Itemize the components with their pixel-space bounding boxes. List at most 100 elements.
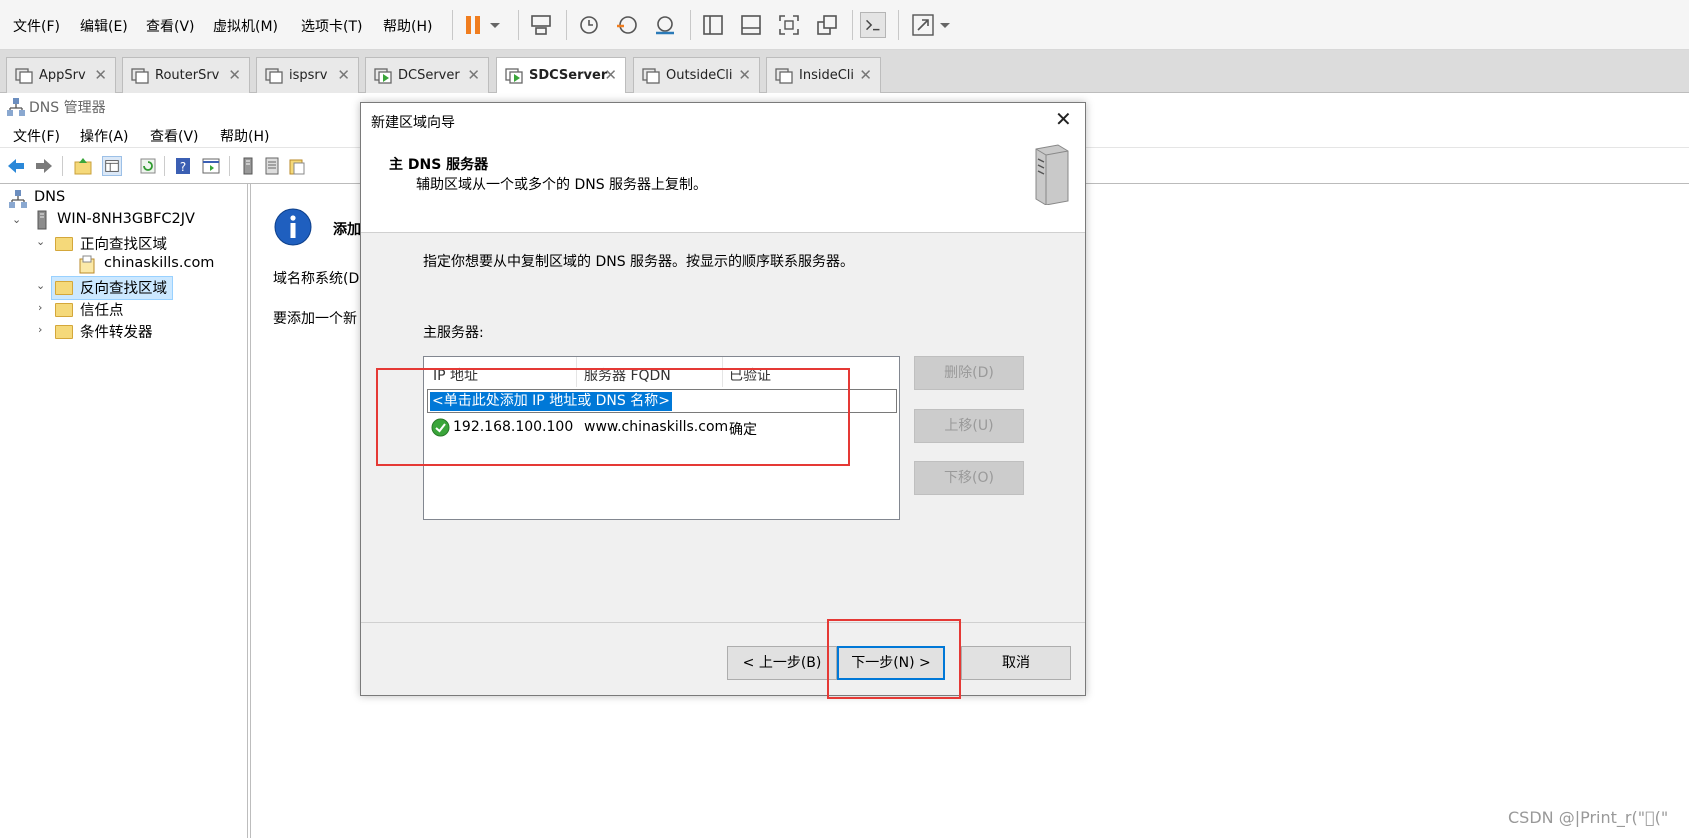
revert-snapshot-icon[interactable] [614,12,640,38]
move-up-button[interactable]: 上移(U) [914,409,1024,443]
vm-menu-tabs[interactable]: 选项卡(T) [301,16,362,36]
dns-menu-action[interactable]: 操作(A) [80,126,129,146]
vm-menu-vm[interactable]: 虚拟机(M) [213,16,278,36]
dns-root-icon [9,190,27,208]
vm-running-icon [374,68,392,84]
snapshot-manager-icon[interactable] [652,12,678,38]
pause-icon[interactable] [460,12,486,38]
tree-item-trust-points[interactable]: 信任点 [80,299,124,320]
vm-menu-edit[interactable]: 编辑(E) [80,16,128,36]
wizard-titlebar: 新建区域向导 ✕ [361,103,1085,139]
tree-item-reverse-lookup[interactable]: 反向查找区域 [80,277,167,298]
close-icon[interactable]: ✕ [859,66,872,84]
console-view-icon[interactable] [860,12,886,38]
chevron-down-icon[interactable]: ⌄ [36,279,45,292]
tree-item-forward-lookup[interactable]: 正向查找区域 [80,233,167,254]
info-icon [274,208,312,246]
vm-tab-outsidecli[interactable]: OutsideCli ✕ [633,57,760,93]
show-hide-tree-icon[interactable] [102,156,122,176]
vm-icon [131,68,149,84]
vm-icon [775,68,793,84]
annotation-box-next-button [827,619,961,699]
content-text-line2: 要添加一个新 [273,311,357,327]
close-icon[interactable]: ✕ [604,66,617,84]
chevron-down-icon[interactable]: ⌄ [36,235,45,248]
toolbar-separator [518,10,519,40]
dns-menu-view[interactable]: 查看(V) [150,126,199,146]
sidebar-view-icon[interactable] [700,12,726,38]
folder-icon [55,303,73,317]
chevron-right-icon[interactable]: › [38,301,42,314]
close-icon[interactable]: ✕ [1055,107,1072,131]
thumbnail-view-icon[interactable] [738,12,764,38]
close-icon[interactable]: ✕ [467,66,480,84]
send-keys-icon[interactable] [528,12,554,38]
back-button[interactable]: < 上一步(B) [727,646,837,680]
tree-item-zone-chinaskills[interactable]: chinaskills.com [104,255,214,271]
dns-manager-icon [7,98,25,116]
toolbar-separator [690,10,691,40]
properties-icon[interactable] [201,156,221,176]
close-icon[interactable]: ✕ [94,66,107,84]
chevron-down-icon[interactable]: ⌄ [12,213,21,226]
vm-icon [15,68,33,84]
snapshot-icon[interactable] [576,12,602,38]
forward-arrow-icon[interactable] [34,156,54,176]
vm-tab-label: InsideCli [799,68,855,83]
unity-icon[interactable] [814,12,840,38]
stretch-dropdown-icon[interactable] [938,12,952,38]
tree-item-conditional-forwarders[interactable]: 条件转发器 [80,321,153,342]
folder-icon [55,325,73,339]
close-icon[interactable]: ✕ [337,66,350,84]
dns-window-title: DNS 管理器 [29,100,106,116]
content-heading: 添加 [333,222,361,238]
vm-tab-label: SDCServer [529,68,608,83]
toolbar-separator [898,10,899,40]
vm-tab-appsrv[interactable]: AppSrv ✕ [6,57,116,93]
tree-item-server[interactable]: WIN-8NH3GBFC2JV [57,211,195,227]
dns-menu-file[interactable]: 文件(F) [13,126,60,146]
close-icon[interactable]: ✕ [738,66,751,84]
clipboard-icon[interactable] [287,156,307,176]
tree-item-dns[interactable]: DNS [34,189,65,205]
vm-tab-label: RouterSrv [155,68,220,83]
refresh-icon[interactable] [138,156,158,176]
vm-running-icon [505,68,523,84]
zone-file-icon [79,255,95,274]
list-icon[interactable] [262,156,282,176]
server-tower-icon [1035,144,1069,205]
vm-menu-help[interactable]: 帮助(H) [383,16,432,36]
vm-menu-file[interactable]: 文件(F) [13,16,60,36]
vm-tab-dcserver[interactable]: DCServer ✕ [365,57,489,93]
chevron-right-icon[interactable]: › [38,323,42,336]
vm-tab-label: OutsideCli [666,68,733,83]
vm-tab-label: ispsrv [289,68,328,83]
dns-tree-pane: DNS ⌄ WIN-8NH3GBFC2JV ⌄ 正向查找区域 chinaskil… [0,184,248,838]
vm-tab-ispsrv[interactable]: ispsrv ✕ [256,57,359,93]
vm-icon [642,68,660,84]
back-arrow-icon[interactable] [6,156,26,176]
wizard-instruction: 指定你想要从中复制区域的 DNS 服务器。按显示的顺序联系服务器。 [423,254,855,270]
server-icon[interactable] [238,156,258,176]
vm-tab-sdcserver[interactable]: SDCServer ✕ [496,57,626,94]
folder-icon [55,281,73,295]
server-icon [37,210,47,230]
fullscreen-icon[interactable] [776,12,802,38]
dns-menu-help[interactable]: 帮助(H) [220,126,269,146]
delete-button[interactable]: 删除(D) [914,356,1024,390]
vm-menu-view[interactable]: 查看(V) [146,16,195,36]
up-folder-icon[interactable] [73,156,93,176]
vm-tab-routersrv[interactable]: RouterSrv ✕ [122,57,250,93]
move-down-button[interactable]: 下移(O) [914,461,1024,495]
annotation-box-server-list [376,368,850,466]
vm-icon [265,68,283,84]
pause-dropdown-icon[interactable] [488,12,502,38]
vm-tab-insidecli[interactable]: InsideCli ✕ [766,57,881,93]
vm-tab-label: DCServer [398,68,460,83]
close-icon[interactable]: ✕ [228,66,241,84]
wizard-page-subtitle: 辅助区域从一个或多个的 DNS 服务器上复制。 [416,177,708,193]
help-icon[interactable]: ? [173,156,193,176]
cancel-button[interactable]: 取消 [961,646,1071,680]
svg-text:?: ? [180,160,186,174]
stretch-icon[interactable] [910,12,936,38]
